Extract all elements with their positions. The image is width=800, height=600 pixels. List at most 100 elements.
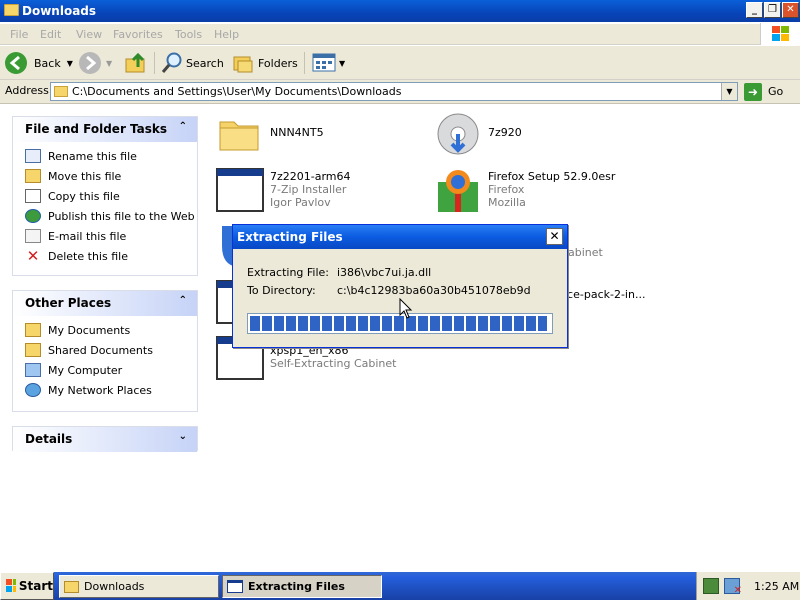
menu-help[interactable]: Help: [214, 28, 239, 41]
file-description: 7-Zip Installer: [270, 183, 347, 196]
folders-icon: [233, 56, 253, 73]
address-input[interactable]: C:\Documents and Settings\User\My Docume…: [50, 82, 738, 101]
task-move[interactable]: Move this file: [13, 166, 197, 186]
taskbar-extracting-files[interactable]: Extracting Files: [222, 575, 382, 598]
my-documents-icon: [25, 323, 41, 337]
task-label: Downloads: [84, 580, 145, 593]
file-description: abinet: [568, 246, 603, 259]
panel-header[interactable]: Other Places ⌃: [13, 291, 197, 316]
installer-disc-icon: [437, 113, 479, 155]
task-delete[interactable]: ✕ Delete this file: [13, 246, 197, 266]
delete-x-icon: ✕: [26, 247, 40, 265]
window-titlebar[interactable]: Downloads _ ❐ ✕: [0, 0, 800, 22]
to-directory-value: c:\b4c12983ba60a30b451078eb9d: [337, 284, 531, 297]
minimize-button[interactable]: _: [746, 2, 763, 18]
file-description: Self-Extracting Cabinet: [270, 357, 397, 370]
menu-view[interactable]: View: [76, 28, 102, 41]
forward-dropdown-icon[interactable]: ▼: [106, 59, 112, 68]
to-directory-label: To Directory:: [247, 284, 316, 297]
collapse-chevron-icon[interactable]: ⌃: [179, 295, 187, 306]
taskbar: Start Downloads Extracting Files ✕ 1:25 …: [0, 572, 800, 600]
file-name: 7z920: [488, 126, 522, 139]
move-icon: [25, 169, 41, 183]
windows-flag-icon: [6, 579, 16, 592]
globe-icon: [25, 209, 41, 223]
place-shared-documents[interactable]: Shared Documents: [13, 340, 197, 360]
clock[interactable]: 1:25 AM: [754, 580, 799, 593]
expand-chevron-icon[interactable]: ⌄: [179, 431, 187, 442]
file-name: Firefox Setup 52.9.0esr: [488, 170, 616, 183]
menu-file[interactable]: File: [10, 28, 28, 41]
views-button[interactable]: ▼: [312, 50, 345, 76]
views-dropdown-icon[interactable]: ▼: [339, 59, 345, 68]
toolbar-separator: [154, 52, 155, 74]
file-name: 7z2201-arm64: [270, 170, 351, 183]
panel-header[interactable]: Details ⌄: [13, 427, 197, 452]
folder-icon: [219, 121, 259, 151]
place-my-computer[interactable]: My Computer: [13, 360, 197, 380]
system-tray: ✕ 1:25 AM: [696, 572, 800, 600]
address-path: C:\Documents and Settings\User\My Docume…: [72, 85, 402, 98]
file-item[interactable]: 7z920: [434, 112, 522, 156]
close-button[interactable]: ✕: [782, 2, 799, 18]
address-dropdown-icon[interactable]: ▼: [721, 83, 737, 100]
back-dropdown-icon[interactable]: ▼: [67, 59, 73, 68]
task-label: Publish this file to the Web: [48, 209, 195, 223]
panel-header[interactable]: File and Folder Tasks ⌃: [13, 117, 197, 142]
back-button[interactable]: Back ▼: [4, 50, 73, 76]
extracting-file-value: i386\vbc7ui.ja.dll: [337, 266, 432, 279]
search-button[interactable]: Search: [160, 50, 224, 76]
maximize-button[interactable]: ❐: [764, 2, 781, 18]
go-button[interactable]: ➜ Go: [744, 82, 783, 101]
task-label: Move this file: [48, 169, 122, 183]
file-name: NNN4NT5: [270, 126, 324, 139]
task-label: Rename this file: [48, 149, 137, 163]
dialog-close-button[interactable]: ✕: [546, 228, 563, 245]
other-places-panel: Other Places ⌃ My Documents Shared Docume…: [12, 290, 198, 412]
start-label: Start: [18, 579, 53, 593]
mouse-cursor-icon: [399, 298, 413, 319]
menu-bar: File Edit View Favorites Tools Help: [0, 23, 800, 45]
file-company: Igor Pavlov: [270, 196, 331, 209]
forward-button[interactable]: ▼: [78, 50, 112, 76]
back-arrow-icon: [5, 52, 27, 74]
menu-edit[interactable]: Edit: [40, 28, 61, 41]
taskbar-downloads[interactable]: Downloads: [59, 575, 219, 598]
windows-logo: [760, 23, 800, 45]
menu-tools[interactable]: Tools: [175, 28, 202, 41]
toolbar: Back ▼ ▼ Search Folders ▼: [0, 46, 800, 80]
details-panel: Details ⌄: [12, 426, 198, 452]
address-folder-icon: [54, 86, 68, 97]
task-copy[interactable]: Copy this file: [13, 186, 197, 206]
copy-icon: [25, 189, 41, 203]
forward-arrow-icon: [79, 52, 101, 74]
place-label: Shared Documents: [48, 343, 153, 357]
dialog-titlebar[interactable]: Extracting Files: [233, 225, 567, 249]
folders-button[interactable]: Folders: [232, 50, 298, 76]
task-label: E-mail this file: [48, 229, 127, 243]
task-email[interactable]: E-mail this file: [13, 226, 197, 246]
menu-favorites[interactable]: Favorites: [113, 28, 163, 41]
file-item[interactable]: NNN4NT5: [216, 112, 324, 156]
network-tray-icon[interactable]: [703, 578, 719, 594]
task-pane: File and Folder Tasks ⌃ Rename this file …: [0, 104, 208, 572]
task-publish[interactable]: Publish this file to the Web: [13, 206, 197, 226]
start-button[interactable]: Start: [0, 572, 54, 600]
extracting-files-dialog: Extracting Files ✕ Extracting File: i386…: [232, 224, 568, 348]
file-item[interactable]: Firefox Setup 52.9.0esr Firefox Mozilla: [434, 168, 615, 212]
search-icon: [161, 52, 182, 73]
task-rename[interactable]: Rename this file: [13, 146, 197, 166]
network-disconnected-icon[interactable]: ✕: [724, 578, 742, 596]
place-label: My Computer: [48, 363, 123, 377]
up-folder-button[interactable]: [124, 50, 148, 76]
collapse-chevron-icon[interactable]: ⌃: [179, 121, 187, 132]
folder-icon: [4, 4, 19, 16]
email-icon: [25, 229, 41, 243]
address-label: Address: [5, 84, 49, 97]
place-my-network[interactable]: My Network Places: [13, 380, 197, 400]
folder-icon: [64, 580, 79, 593]
place-my-documents[interactable]: My Documents: [13, 320, 197, 340]
file-item[interactable]: 7z2201-arm64 7-Zip Installer Igor Pavlov: [216, 168, 351, 212]
firefox-setup-icon: [438, 170, 478, 212]
computer-icon: [25, 363, 41, 377]
